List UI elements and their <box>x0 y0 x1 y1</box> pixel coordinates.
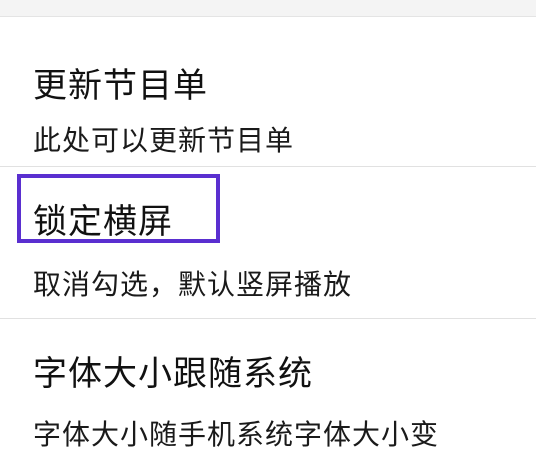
setting-description: 取消勾选，默认竖屏播放 <box>33 268 353 301</box>
setting-title: 更新节目单 <box>33 66 208 106</box>
setting-description: 此处可以更新节目单 <box>33 124 295 157</box>
setting-item-update-program-list[interactable]: 更新节目单 此处可以更新节目单 <box>0 16 536 167</box>
setting-item-font-size-follow-system[interactable]: 字体大小跟随系统 字体大小随手机系统字体大小变 <box>0 319 536 452</box>
setting-description: 字体大小随手机系统字体大小变 <box>33 418 440 451</box>
previous-item-edge <box>0 0 536 17</box>
highlight-box <box>17 174 220 243</box>
setting-title: 字体大小跟随系统 <box>33 354 313 394</box>
settings-screen: 更新节目单 此处可以更新节目单 锁定横屏 取消勾选，默认竖屏播放 字体大小跟随系… <box>0 0 536 452</box>
